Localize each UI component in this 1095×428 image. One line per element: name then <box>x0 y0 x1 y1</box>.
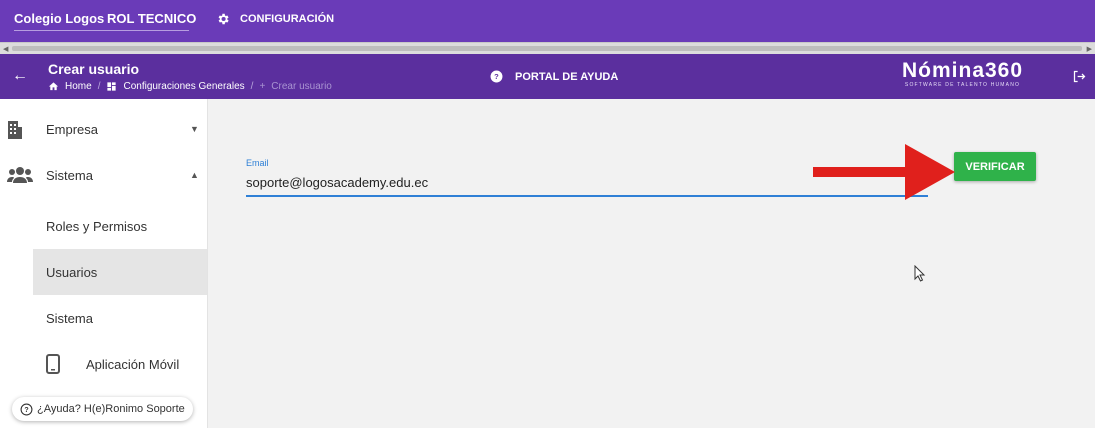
org-selector[interactable]: Colegio Logos <box>14 11 104 26</box>
verify-button[interactable]: VERIFICAR <box>954 152 1036 181</box>
sidebar-item-sistema[interactable]: Sistema ▲ <box>0 152 208 198</box>
brand-logo: Nómina360 SOFTWARE DE TALENTO HUMANO <box>902 59 1023 88</box>
role-selector[interactable]: ROL TECNICO <box>107 11 196 26</box>
sidebar-item-roles-permisos[interactable]: Roles y Permisos <box>33 203 207 249</box>
breadcrumb-current: Crear usuario <box>271 81 332 92</box>
sidebar-item-sistema-sub[interactable]: Sistema <box>33 295 207 341</box>
sidebar-item-usuarios[interactable]: Usuarios <box>33 249 207 295</box>
brand-tagline: SOFTWARE DE TALENTO HUMANO <box>904 82 1021 88</box>
breadcrumb-home[interactable]: Home <box>65 81 92 92</box>
help-chip-label: ¿Ayuda? H(e)Ronimo Soporte <box>37 403 185 415</box>
page-title: Crear usuario <box>48 61 140 77</box>
home-icon <box>48 82 59 91</box>
gear-icon <box>218 13 229 25</box>
page-header: ← Crear usuario Home / Configuraciones G… <box>0 54 1095 99</box>
main-content <box>208 99 1095 428</box>
svg-text:?: ? <box>24 407 28 414</box>
sidebar-subitem-label: Aplicación Móvil <box>86 356 180 372</box>
help-portal-link[interactable]: ? PORTAL DE AYUDA <box>490 70 618 83</box>
help-chip[interactable]: ? ¿Ayuda? H(e)Ronimo Soporte <box>12 397 193 421</box>
org-selector-underline <box>14 30 189 31</box>
email-field-label: Email <box>246 158 269 168</box>
chevron-down-icon: ▼ <box>190 124 199 134</box>
mobile-icon <box>46 354 60 374</box>
breadcrumb: Home / Configuraciones Generales / + Cre… <box>48 81 332 92</box>
mouse-pointer-icon <box>914 265 926 282</box>
top-bar: Colegio Logos ROL TECNICO CONFIGURACIÓN <box>0 0 1095 42</box>
configuracion-button[interactable]: CONFIGURACIÓN <box>216 12 334 26</box>
chevron-up-icon: ▲ <box>190 170 199 180</box>
sidebar-subitem-label: Usuarios <box>46 264 98 280</box>
back-arrow-icon[interactable]: ← <box>12 67 28 85</box>
scroll-left-icon[interactable]: ◀ <box>3 45 8 53</box>
brand-name: Nómina360 <box>902 59 1024 82</box>
building-icon <box>8 121 22 139</box>
users-icon <box>7 167 33 183</box>
dashboard-icon <box>107 82 117 91</box>
sidebar: Empresa ▼ Sistema ▲ Roles y Permisos Usu… <box>0 99 208 428</box>
breadcrumb-separator: / <box>250 81 254 92</box>
horizontal-scrollbar[interactable]: ◀ ▶ <box>0 42 1095 54</box>
sidebar-subitem-label: Sistema <box>46 310 93 326</box>
sidebar-item-label: Empresa <box>46 121 99 137</box>
scroll-right-icon[interactable]: ▶ <box>1087 45 1092 53</box>
breadcrumb-separator: / <box>97 81 101 92</box>
sidebar-item-label: Sistema <box>46 167 93 183</box>
svg-text:?: ? <box>494 72 499 81</box>
plus-icon: + <box>259 81 266 92</box>
question-circle-icon: ? <box>490 70 503 83</box>
breadcrumb-config[interactable]: Configuraciones Generales <box>123 81 244 92</box>
logout-icon[interactable] <box>1072 69 1087 84</box>
scroll-thumb[interactable] <box>12 46 1082 51</box>
configuracion-label: CONFIGURACIÓN <box>240 13 335 25</box>
question-circle-icon: ? <box>20 403 33 415</box>
annotation-arrow-icon <box>813 144 955 200</box>
sidebar-item-aplicacion-movil[interactable]: Aplicación Móvil <box>33 341 207 387</box>
sidebar-item-empresa[interactable]: Empresa ▼ <box>0 106 208 152</box>
email-field[interactable]: soporte@logosacademy.edu.ec <box>246 175 428 190</box>
help-portal-label: PORTAL DE AYUDA <box>515 70 619 83</box>
sidebar-subitem-label: Roles y Permisos <box>46 218 148 234</box>
